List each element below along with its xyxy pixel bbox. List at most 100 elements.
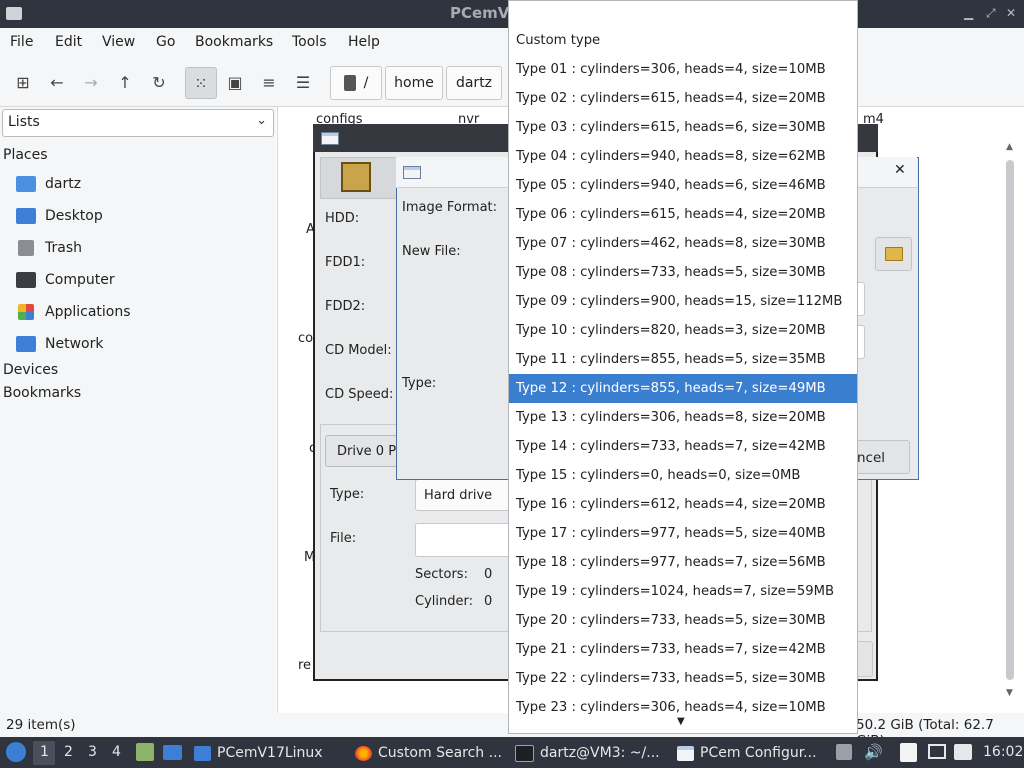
thumbnail-view-icon[interactable]: ▣: [223, 70, 247, 94]
maximize-icon[interactable]: ⤢: [986, 6, 996, 21]
up-icon[interactable]: ↑: [113, 70, 137, 94]
menu-help[interactable]: Help: [348, 34, 380, 50]
dropdown-option[interactable]: Type 11 : cylinders=855, heads=5, size=3…: [509, 345, 857, 374]
config-tab-storage[interactable]: [320, 157, 398, 199]
task-label: PCem Configur...: [700, 745, 817, 761]
sidebar-item-dartz[interactable]: dartz: [16, 172, 81, 196]
scroll-down-arrow-icon[interactable]: ▼: [677, 716, 685, 727]
sidebar-item-network[interactable]: Network: [16, 332, 103, 356]
back-icon[interactable]: ←: [45, 70, 69, 94]
dialog-close-icon[interactable]: ✕: [894, 162, 906, 178]
task-pcem-config[interactable]: PCem Configur...: [677, 740, 817, 766]
tray-upload-icon[interactable]: [836, 744, 852, 760]
scroll-up-icon[interactable]: ▲: [1006, 142, 1013, 152]
dropdown-option[interactable]: Type 03 : cylinders=615, heads=6, size=3…: [509, 113, 857, 142]
bookmarks-heading[interactable]: Bookmarks: [3, 385, 81, 401]
close-icon[interactable]: ✕: [1006, 6, 1016, 20]
fdd1-label: FDD1:: [325, 255, 366, 270]
dropdown-option[interactable]: Type 06 : cylinders=615, heads=4, size=2…: [509, 200, 857, 229]
sidebar-item-label: Desktop: [45, 208, 103, 224]
sidebar: [0, 107, 276, 713]
dropdown-option[interactable]: Type 14 : cylinders=733, heads=7, size=4…: [509, 432, 857, 461]
devices-heading[interactable]: Devices: [3, 362, 58, 378]
dropdown-option[interactable]: Type 18 : cylinders=977, heads=7, size=5…: [509, 548, 857, 577]
menu-go[interactable]: Go: [156, 34, 175, 50]
dropdown-option[interactable]: Type 22 : cylinders=733, heads=5, size=3…: [509, 664, 857, 693]
dropdown-option[interactable]: Type 09 : cylinders=900, heads=15, size=…: [509, 287, 857, 316]
show-desktop-icon[interactable]: [163, 745, 182, 760]
volume-icon[interactable]: 🔊: [864, 743, 883, 761]
sidebar-item-trash[interactable]: Trash: [16, 236, 82, 260]
folder-icon: [194, 745, 211, 761]
minimize-icon[interactable]: ▁: [964, 6, 973, 20]
motherboard-icon: [341, 162, 371, 192]
display-icon[interactable]: [928, 744, 946, 759]
menu-file[interactable]: File: [10, 34, 33, 50]
file-label-partial[interactable]: re: [298, 658, 311, 673]
new-tab-icon[interactable]: ⊞: [11, 70, 35, 94]
window-icon: [321, 132, 339, 145]
cylinder-value: 0: [484, 594, 493, 609]
workspace-4[interactable]: 4: [112, 744, 121, 760]
icon-view-icon[interactable]: ⁙: [185, 67, 217, 99]
browse-file-button[interactable]: [875, 237, 912, 271]
dropdown-option[interactable]: Type 02 : cylinders=615, heads=4, size=2…: [509, 84, 857, 113]
clipboard-icon[interactable]: [900, 743, 917, 762]
app-folder-icon: [6, 7, 22, 20]
compact-view-icon[interactable]: ≡: [257, 70, 281, 94]
dropdown-option[interactable]: Type 19 : cylinders=1024, heads=7, size=…: [509, 577, 857, 606]
menu-tools[interactable]: Tools: [292, 34, 327, 50]
dropdown-option[interactable]: Type 15 : cylinders=0, heads=0, size=0MB: [509, 461, 857, 490]
list-view-icon[interactable]: ☰: [291, 70, 315, 94]
sidebar-item-label: Trash: [45, 240, 82, 256]
menu-bookmarks[interactable]: Bookmarks: [195, 34, 273, 50]
reload-icon[interactable]: ↻: [147, 70, 171, 94]
file-view-scrollbar[interactable]: [1006, 160, 1014, 680]
sidebar-item-desktop[interactable]: Desktop: [16, 204, 103, 228]
window-icon: [677, 745, 694, 761]
dropdown-option[interactable]: Type 17 : cylinders=977, heads=5, size=4…: [509, 519, 857, 548]
dropdown-option[interactable]: Type 05 : cylinders=940, heads=6, size=4…: [509, 171, 857, 200]
scroll-down-icon[interactable]: ▼: [1006, 688, 1013, 698]
dropdown-option-custom[interactable]: Custom type: [509, 26, 857, 55]
dropdown-option[interactable]: Type 20 : cylinders=733, heads=5, size=3…: [509, 606, 857, 635]
forward-icon[interactable]: →: [79, 70, 103, 94]
places-heading: Places: [3, 147, 48, 163]
drive-file-label: File:: [330, 531, 357, 546]
task-file-manager[interactable]: PCemV17Linux: [194, 740, 323, 766]
breadcrumb-home[interactable]: home: [385, 66, 443, 100]
file-label-partial[interactable]: co: [298, 331, 313, 346]
dropdown-option[interactable]: Type 13 : cylinders=306, heads=8, size=2…: [509, 403, 857, 432]
cd-model-label: CD Model:: [325, 343, 392, 358]
fdd2-label: FDD2:: [325, 299, 366, 314]
dropdown-option[interactable]: Type 21 : cylinders=733, heads=7, size=4…: [509, 635, 857, 664]
dropdown-option[interactable]: Type 07 : cylinders=462, heads=8, size=3…: [509, 229, 857, 258]
dropdown-option[interactable]: Type 01 : cylinders=306, heads=4, size=1…: [509, 55, 857, 84]
workspace-3[interactable]: 3: [88, 744, 97, 760]
network-status-icon[interactable]: [954, 744, 972, 760]
sidebar-item-applications[interactable]: Applications: [16, 300, 131, 324]
sidebar-item-computer[interactable]: Computer: [16, 268, 115, 292]
dropdown-option[interactable]: Type 04 : cylinders=940, heads=8, size=6…: [509, 142, 857, 171]
task-firefox[interactable]: Custom Search ...: [355, 740, 502, 766]
drive-file-input[interactable]: [415, 523, 517, 557]
drive-0-tab[interactable]: Drive 0 P: [325, 435, 405, 467]
menu-edit[interactable]: Edit: [55, 34, 82, 50]
dropdown-option[interactable]: Type 12 : cylinders=855, heads=7, size=4…: [509, 374, 857, 403]
breadcrumb-root[interactable]: /: [330, 66, 382, 100]
start-menu-icon[interactable]: [6, 742, 26, 762]
file-manager-launcher-icon[interactable]: [136, 743, 154, 761]
hdd-type-dropdown[interactable]: Custom type Type 01 : cylinders=306, head…: [508, 0, 858, 734]
sidebar-mode-select[interactable]: Lists ⌄: [2, 109, 274, 137]
item-count: 29 item(s): [6, 717, 76, 733]
workspace-2[interactable]: 2: [64, 744, 73, 760]
menu-view[interactable]: View: [102, 34, 135, 50]
dropdown-option[interactable]: Type 10 : cylinders=820, heads=3, size=2…: [509, 316, 857, 345]
dropdown-option[interactable]: Type 16 : cylinders=612, heads=4, size=2…: [509, 490, 857, 519]
breadcrumb-dartz[interactable]: dartz: [446, 66, 502, 100]
window-title: PCemV: [450, 4, 510, 22]
task-terminal[interactable]: dartz@VM3: ~/...: [515, 740, 660, 766]
dropdown-option[interactable]: Type 08 : cylinders=733, heads=5, size=3…: [509, 258, 857, 287]
workspace-1[interactable]: 1: [40, 744, 49, 760]
drive-type-select[interactable]: Hard drive: [415, 479, 515, 511]
